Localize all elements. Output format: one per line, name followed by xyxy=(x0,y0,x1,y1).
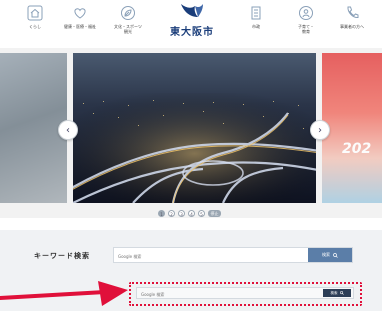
global-nav: くらし 健康・医療・福祉 文化・スポーツ 観光 東大阪市 市政 子育て・ 教育 … xyxy=(0,0,382,46)
chevron-left-icon: ‹ xyxy=(66,124,70,136)
carousel-prev-button[interactable]: ‹ xyxy=(58,120,78,140)
nav-item-shisei[interactable]: 市政 xyxy=(236,3,276,43)
nav-item-label: くらし xyxy=(29,24,41,29)
nav-item-label: 子育て・ 教育 xyxy=(298,24,314,34)
keyword-search-button[interactable]: 検索 xyxy=(308,248,352,262)
nav-item-kurashi[interactable]: くらし xyxy=(15,3,55,43)
nav-item-label: 事業者の方へ xyxy=(340,24,364,29)
carousel-dot[interactable]: 4 xyxy=(188,209,195,217)
logo-text: 東大阪市 xyxy=(170,27,214,38)
nav-item-kosodate[interactable]: 子育て・ 教育 xyxy=(286,3,326,43)
nav-item-label: 文化・スポーツ 観光 xyxy=(114,24,142,34)
nav-item-label: 健康・医療・福祉 xyxy=(64,24,96,29)
carousel-dot[interactable]: 1 xyxy=(158,209,165,217)
carousel-slide-previous[interactable] xyxy=(0,53,67,203)
annotation-arrow-icon xyxy=(0,281,128,306)
carousel-slide-next[interactable]: 202 xyxy=(322,53,382,203)
slide-text: 202 xyxy=(342,141,372,157)
nav-item-culture[interactable]: 文化・スポーツ 観光 xyxy=(108,3,148,43)
carousel-pause-button[interactable]: 停止 xyxy=(208,209,221,217)
annotation-highlight-box xyxy=(129,282,362,306)
hero-carousel: 202 ‹ › 1 2 3 4 5 停止 xyxy=(0,48,382,218)
keyword-search-form: 検索 xyxy=(113,247,353,263)
phone-icon xyxy=(347,6,359,19)
carousel-dot[interactable]: 2 xyxy=(168,209,175,217)
keyword-search-label: キーワード検索 xyxy=(34,252,90,260)
chevron-right-icon: › xyxy=(318,124,322,136)
house-icon xyxy=(27,5,43,21)
city-night-photo xyxy=(73,53,316,203)
nav-item-label: 市政 xyxy=(252,24,260,29)
carousel-dot[interactable]: 3 xyxy=(178,209,185,217)
search-icon xyxy=(333,252,338,258)
nav-item-health[interactable]: 健康・医療・福祉 xyxy=(60,3,100,43)
child-icon xyxy=(299,6,313,20)
nav-item-business[interactable]: 事業者の方へ xyxy=(332,3,372,43)
carousel-dot[interactable]: 5 xyxy=(198,209,205,217)
carousel-next-button[interactable]: › xyxy=(310,120,330,140)
keyword-search-input[interactable] xyxy=(116,249,310,263)
leaf-icon xyxy=(121,6,135,20)
carousel-slide-current[interactable] xyxy=(73,53,316,203)
city-logo-icon xyxy=(181,4,203,17)
heart-icon xyxy=(74,8,86,19)
search-button-label: 検索 xyxy=(322,252,330,257)
building-icon xyxy=(251,6,261,20)
site-logo[interactable]: 東大阪市 xyxy=(164,2,220,44)
carousel-pagination: 1 2 3 4 5 停止 xyxy=(158,209,221,217)
